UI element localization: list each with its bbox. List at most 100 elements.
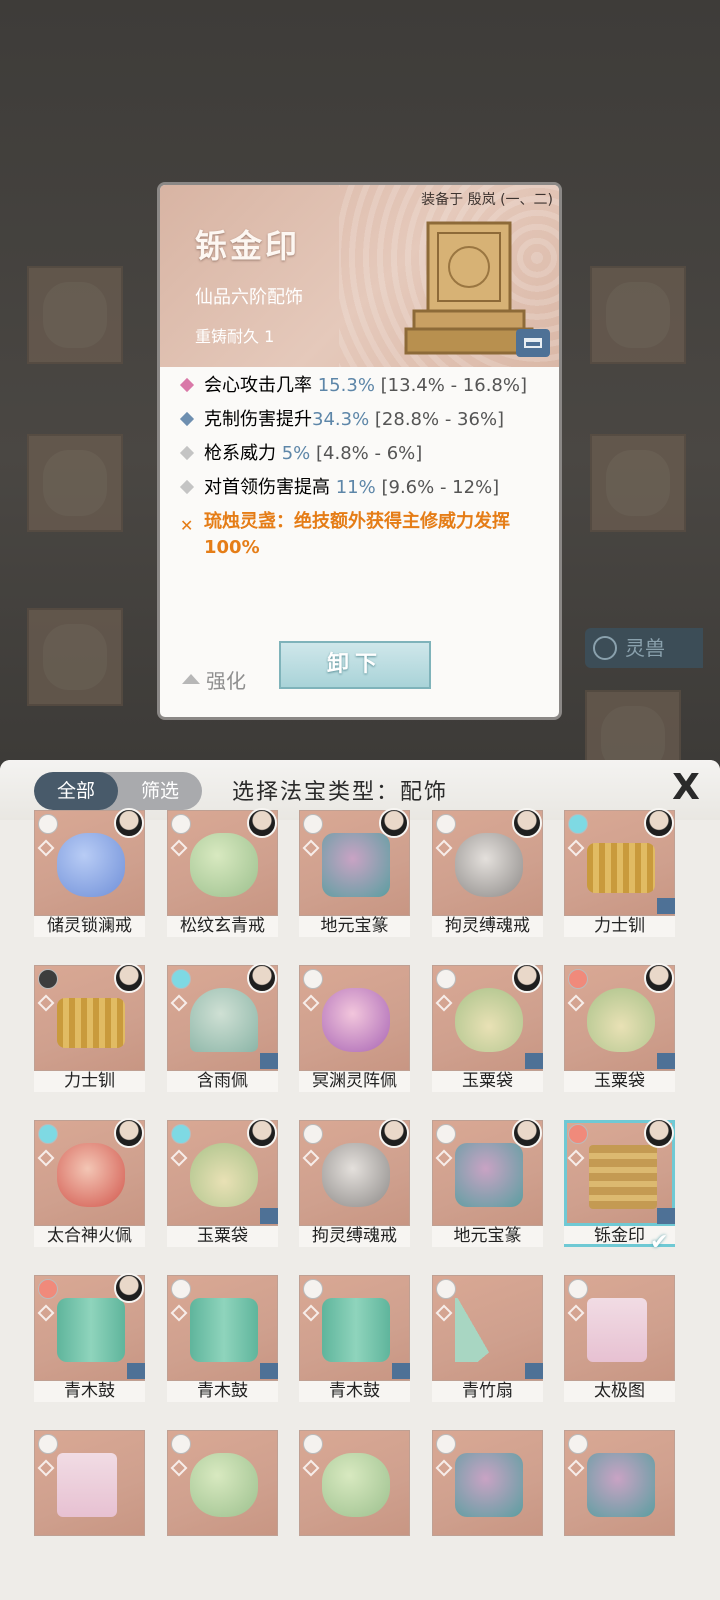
owner-avatar	[114, 1118, 144, 1148]
item-tile[interactable]: 地元宝篆	[432, 1118, 543, 1247]
lock-icon	[260, 1208, 278, 1224]
type-icon	[436, 1434, 456, 1454]
seal-box-icon	[322, 833, 390, 897]
stats-list: 会心攻击几率 15.3% [13.4% - 16.8%] 克制伤害提升34.3%…	[178, 373, 543, 569]
stat-value: 15.3%	[317, 375, 375, 396]
tab-filter[interactable]: 筛选	[118, 772, 202, 810]
urn-icon	[587, 1453, 655, 1517]
item-tile[interactable]: 地元宝篆	[299, 808, 410, 937]
item-tile[interactable]	[432, 1430, 543, 1557]
lock-icon	[392, 1363, 410, 1379]
item-tile[interactable]: 太极图	[564, 1275, 675, 1402]
type-icon	[38, 1434, 58, 1454]
stat-boss-damage: 对首领伤害提高 11% [9.6% - 12%]	[178, 475, 543, 501]
checkmark-icon: ✔	[650, 1230, 669, 1255]
category-toggle: 全部 筛选	[34, 772, 202, 810]
fan-icon	[455, 1298, 523, 1362]
lock-icon	[657, 1053, 675, 1069]
item-tile[interactable]: 力士钏	[564, 808, 675, 937]
item-tile[interactable]: 玉粟袋	[564, 963, 675, 1092]
item-label: 地元宝篆	[432, 1226, 543, 1247]
item-name: 铄金印	[195, 227, 301, 265]
type-icon	[171, 814, 191, 834]
type-icon	[171, 969, 191, 989]
special-effect-text: 琉烛灵盏：绝技额外获得主修威力发挥100%	[204, 511, 510, 558]
pendant-icon	[190, 988, 258, 1052]
drum-icon	[57, 1298, 125, 1362]
item-tile[interactable]	[299, 1430, 410, 1557]
type-icon	[568, 1434, 588, 1454]
item-detail-card: 装备于 殷岚 (一、二) 铄金印 仙品六阶配饰 重铸耐久 1 会心攻击几率 15…	[157, 182, 562, 720]
type-icon	[568, 969, 588, 989]
scroll-icon	[57, 1453, 117, 1517]
item-label: 力士钏	[564, 916, 675, 937]
blue-gem-icon	[179, 411, 195, 427]
type-icon	[38, 969, 58, 989]
special-effect-icon: ✕	[180, 516, 194, 535]
panel-title: 选择法宝类型：配饰	[232, 780, 449, 805]
pink-gem-icon	[179, 377, 195, 393]
item-tile[interactable]: 含雨佩	[167, 963, 278, 1092]
stat-spear-power: 枪系威力 5% [4.8% - 6%]	[178, 441, 543, 467]
pendant-icon	[322, 988, 390, 1052]
item-tile[interactable]: 青木鼓	[34, 1273, 145, 1402]
owner-avatar	[644, 963, 674, 993]
background-equip-slot	[27, 434, 123, 532]
ring-icon	[322, 1453, 390, 1517]
ring-icon	[57, 833, 125, 897]
pouch-icon	[455, 988, 523, 1052]
stat-range: [28.8% - 36%]	[369, 409, 505, 430]
stat-label: 会心攻击几率	[204, 375, 318, 396]
item-label: 冥渊灵阵佩	[299, 1071, 410, 1092]
spirit-beast-tab[interactable]: 灵兽	[585, 628, 703, 668]
item-tile[interactable]	[564, 1430, 675, 1557]
enhance-label: 强化	[206, 669, 246, 693]
up-arrow-icon	[182, 673, 200, 684]
item-label: 青木鼓	[299, 1381, 410, 1402]
item-tile[interactable]: 玉粟袋	[167, 1118, 278, 1247]
item-tile[interactable]: 青竹扇	[432, 1275, 543, 1402]
item-tile-selected[interactable]: 铄金印 ✔	[564, 1118, 675, 1255]
item-tile[interactable]: 玉粟袋	[432, 963, 543, 1092]
item-tile[interactable]	[167, 1430, 278, 1557]
ring-icon	[190, 833, 258, 897]
special-effect: ✕ 琉烛灵盏：绝技额外获得主修威力发挥100%	[178, 509, 543, 561]
stat-label: 枪系威力	[204, 443, 282, 464]
item-tile[interactable]: 储灵锁澜戒	[34, 808, 145, 937]
stat-crit-chance: 会心攻击几率 15.3% [13.4% - 16.8%]	[178, 373, 543, 399]
item-tile[interactable]: 松纹玄青戒	[167, 808, 278, 937]
seal-icon	[589, 1145, 657, 1209]
item-label: 太极图	[564, 1381, 675, 1402]
unequip-button[interactable]: 卸下	[279, 641, 431, 689]
item-grade: 仙品六阶配饰	[195, 287, 303, 308]
background-equip-slot	[590, 266, 686, 364]
lock-icon[interactable]	[516, 329, 550, 357]
background-equip-slot	[590, 434, 686, 532]
owner-avatar	[247, 1118, 277, 1148]
enhance-button[interactable]: 强化	[182, 665, 246, 694]
item-tile[interactable]: 太合神火佩	[34, 1118, 145, 1247]
type-icon	[436, 1124, 456, 1144]
equipped-on-label: 装备于 殷岚 (一、二)	[421, 192, 553, 208]
lock-icon	[260, 1053, 278, 1069]
owner-avatar	[247, 963, 277, 993]
item-tile[interactable]: 青木鼓	[299, 1275, 410, 1402]
item-tile[interactable]: 拘灵缚魂戒	[299, 1118, 410, 1247]
drum-icon	[322, 1298, 390, 1362]
item-label: 玉粟袋	[432, 1071, 543, 1092]
item-tile[interactable]: 冥渊灵阵佩	[299, 965, 410, 1092]
tab-all[interactable]: 全部	[34, 772, 118, 810]
item-label: 储灵锁澜戒	[34, 916, 145, 937]
owner-avatar	[114, 808, 144, 838]
item-label: 太合神火佩	[34, 1226, 145, 1247]
owner-avatar	[512, 963, 542, 993]
item-tile[interactable]	[34, 1430, 145, 1557]
item-tile[interactable]: 青木鼓	[167, 1275, 278, 1402]
owner-avatar	[512, 1118, 542, 1148]
item-tile[interactable]: 力士钏	[34, 963, 145, 1092]
item-label: 玉粟袋	[564, 1071, 675, 1092]
type-icon	[171, 1279, 191, 1299]
close-button[interactable]: X	[666, 768, 706, 808]
item-tile[interactable]: 拘灵缚魂戒	[432, 808, 543, 937]
type-icon	[436, 969, 456, 989]
